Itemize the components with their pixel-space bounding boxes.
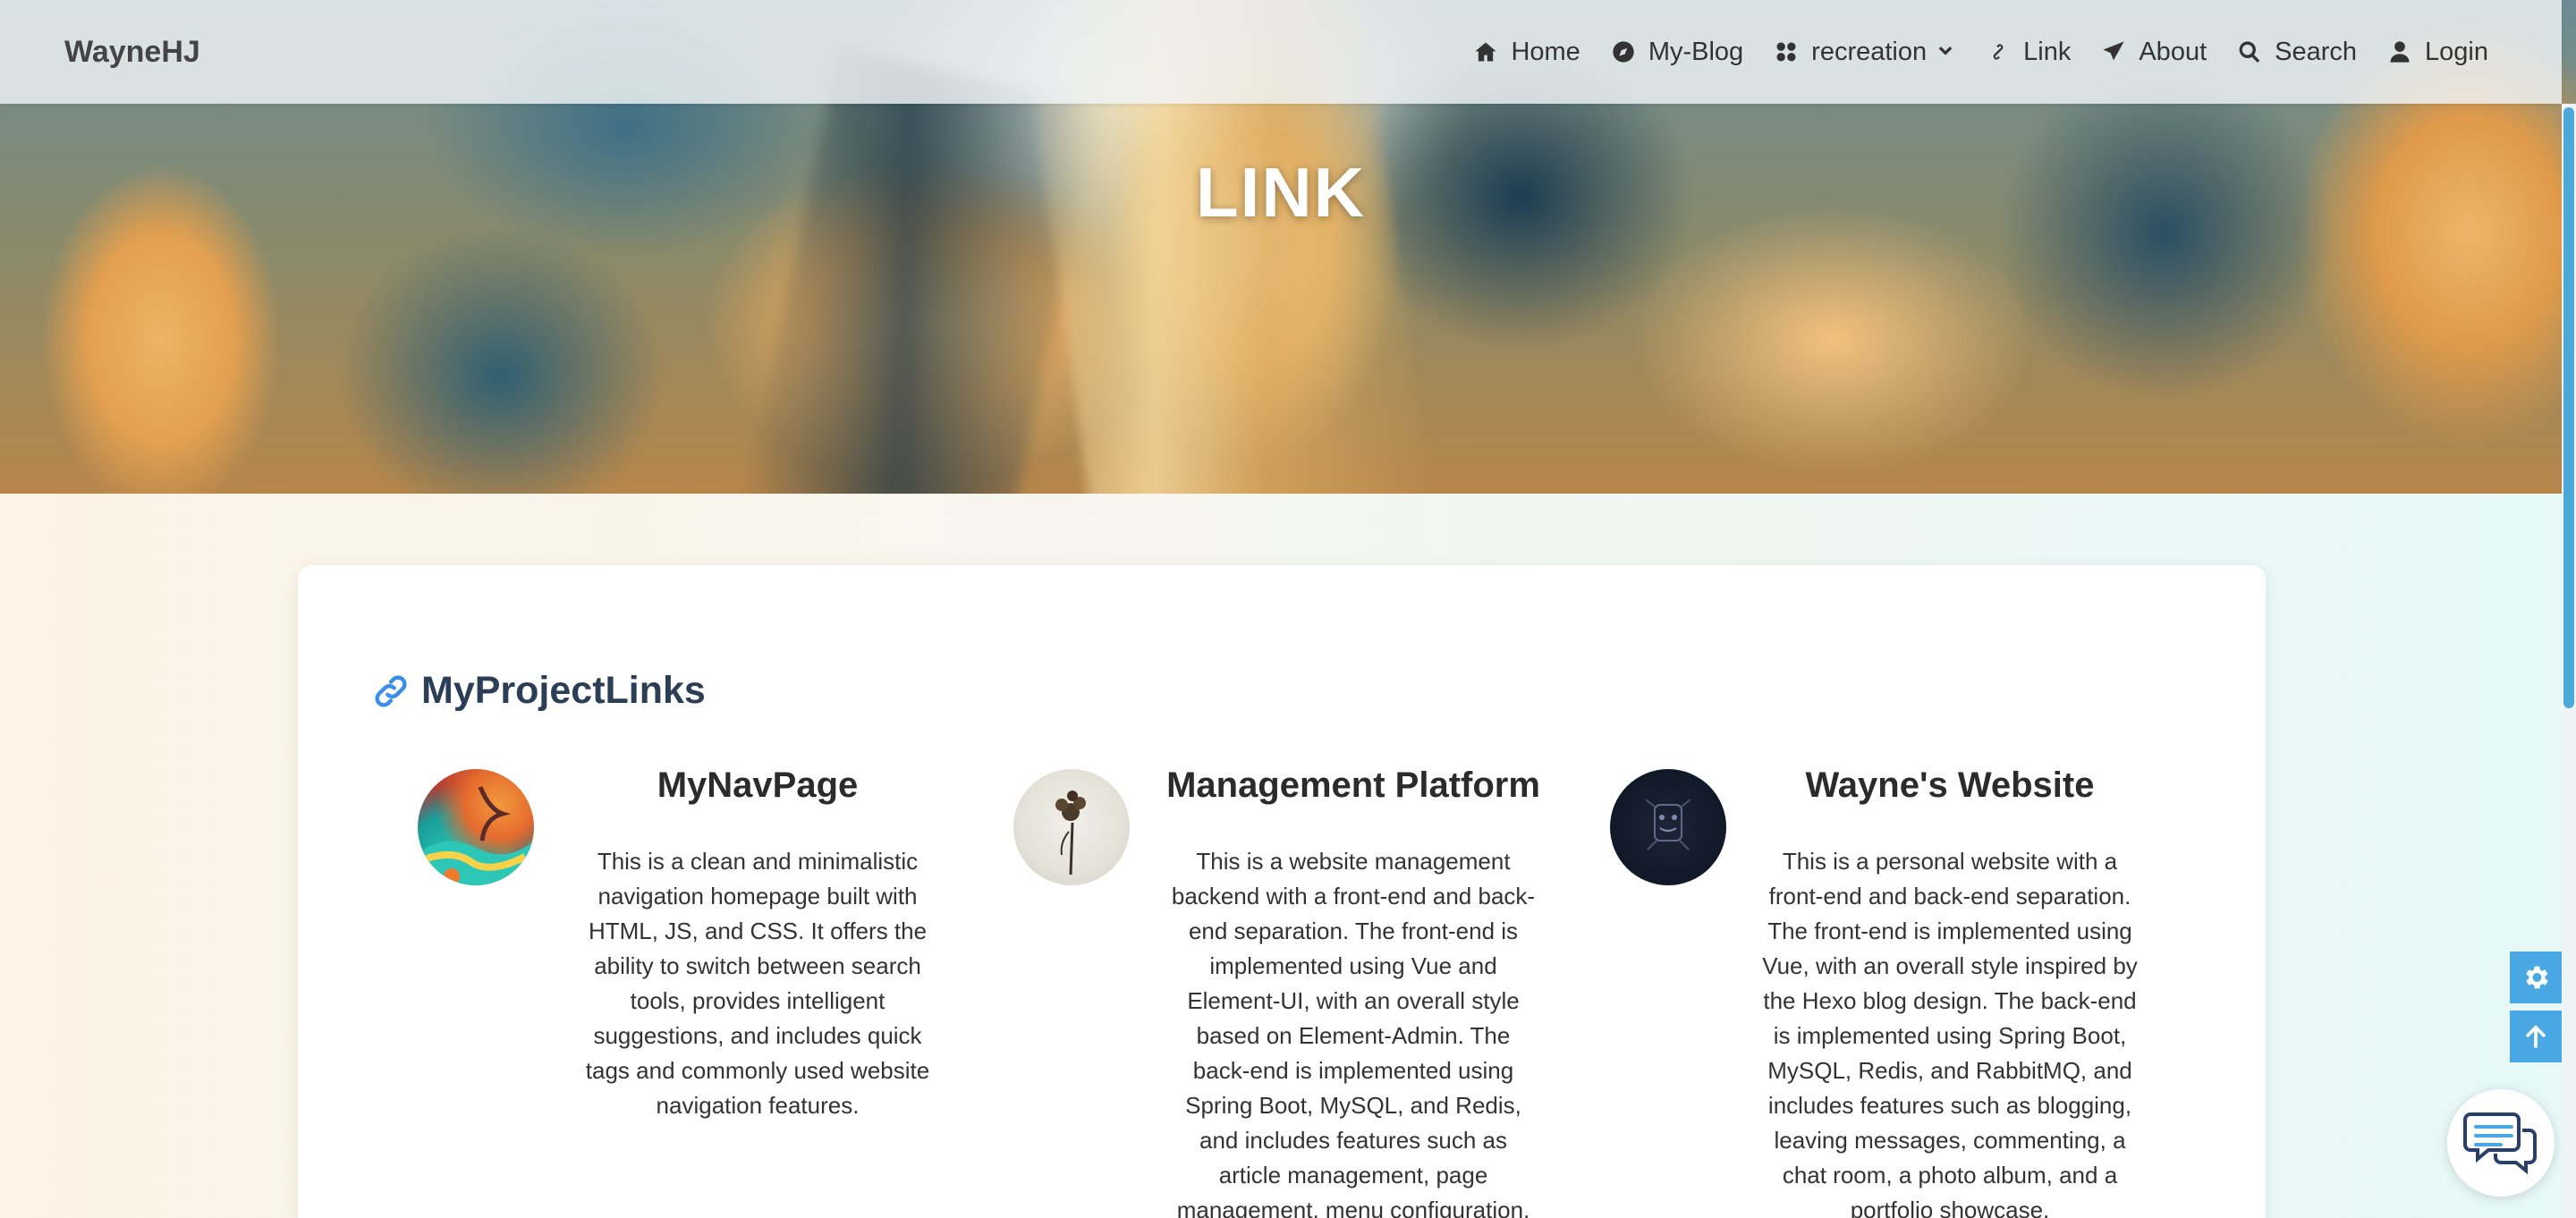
project-description: This is a clean and minimalistic navigat… (585, 848, 930, 1119)
search-icon (2239, 41, 2260, 63)
nav-item-label: Search (2275, 37, 2358, 66)
site-brand[interactable]: WayneHJ (64, 35, 200, 70)
project-title[interactable]: MyNavPage (552, 765, 963, 806)
nav-item-login[interactable]: Login (2387, 38, 2488, 67)
project-link-management-platform[interactable]: Management Platform This is a website ma… (1013, 765, 1586, 1218)
chevron-down-icon (1938, 47, 1953, 55)
avatar-illustration (418, 786, 534, 885)
page-title: LINK (1196, 153, 1366, 232)
project-title[interactable]: Wayne's Website (1744, 765, 2156, 806)
gear-icon (2526, 966, 2548, 989)
page-scrollbar-thumb[interactable] (2563, 107, 2574, 708)
section-title: MyProjectLinks (421, 669, 706, 712)
nav-item-link[interactable]: Link (1986, 38, 2071, 67)
nav-item-label: Link (2023, 37, 2072, 66)
nav-menu: Home My-Blog recreation Link About Searc… (1443, 38, 2488, 67)
project-link-waynes-website[interactable]: Wayne's Website This is a personal websi… (1610, 765, 2182, 1218)
nav-item-search[interactable]: Search (2237, 38, 2357, 67)
nav-item-home[interactable]: Home (1473, 38, 1580, 67)
link-icon (1993, 44, 2004, 60)
nav-item-my-blog[interactable]: My-Blog (1611, 38, 1743, 67)
user-icon (2390, 41, 2410, 63)
nav-item-label: Home (1511, 37, 1580, 66)
link-icon (375, 674, 407, 707)
avatar[interactable] (418, 769, 534, 885)
arrow-up-icon (2525, 1025, 2546, 1048)
grid-icon (1776, 42, 1796, 62)
nav-item-about[interactable]: About (2101, 38, 2207, 67)
nav-item-label: About (2139, 37, 2207, 66)
avatar[interactable] (1013, 769, 1130, 885)
compass-icon (1613, 41, 1634, 63)
chat-bubbles-icon (2463, 1112, 2537, 1175)
project-title[interactable]: Management Platform (1148, 765, 1559, 806)
project-description: This is a website management backend wit… (1171, 848, 1536, 1218)
nav-item-label: recreation (1811, 37, 1928, 66)
back-to-top-button[interactable] (2510, 1011, 2562, 1062)
home-icon (1475, 42, 1497, 62)
links-card: MyProjectLinks MyNavPage This is a clean… (298, 565, 2266, 1218)
top-navbar: WayneHJ Home My-Blog recreation Link Abo… (0, 0, 2562, 104)
avatar-illustration (1055, 791, 1086, 875)
chat-button[interactable] (2447, 1089, 2555, 1197)
project-link-mynavpage[interactable]: MyNavPage This is a clean and minimalist… (418, 765, 990, 1218)
avatar-illustration (1645, 799, 1691, 850)
nav-item-recreation[interactable]: recreation (1774, 38, 1955, 67)
nav-item-label: My-Blog (1648, 37, 1744, 66)
avatar[interactable] (1610, 769, 1726, 885)
section-header: MyProjectLinks (371, 669, 706, 713)
paper-plane-icon (2103, 41, 2125, 61)
settings-button[interactable] (2510, 952, 2562, 1003)
nav-item-label: Login (2425, 37, 2488, 66)
project-description: This is a personal website with a front-… (1762, 848, 2138, 1218)
